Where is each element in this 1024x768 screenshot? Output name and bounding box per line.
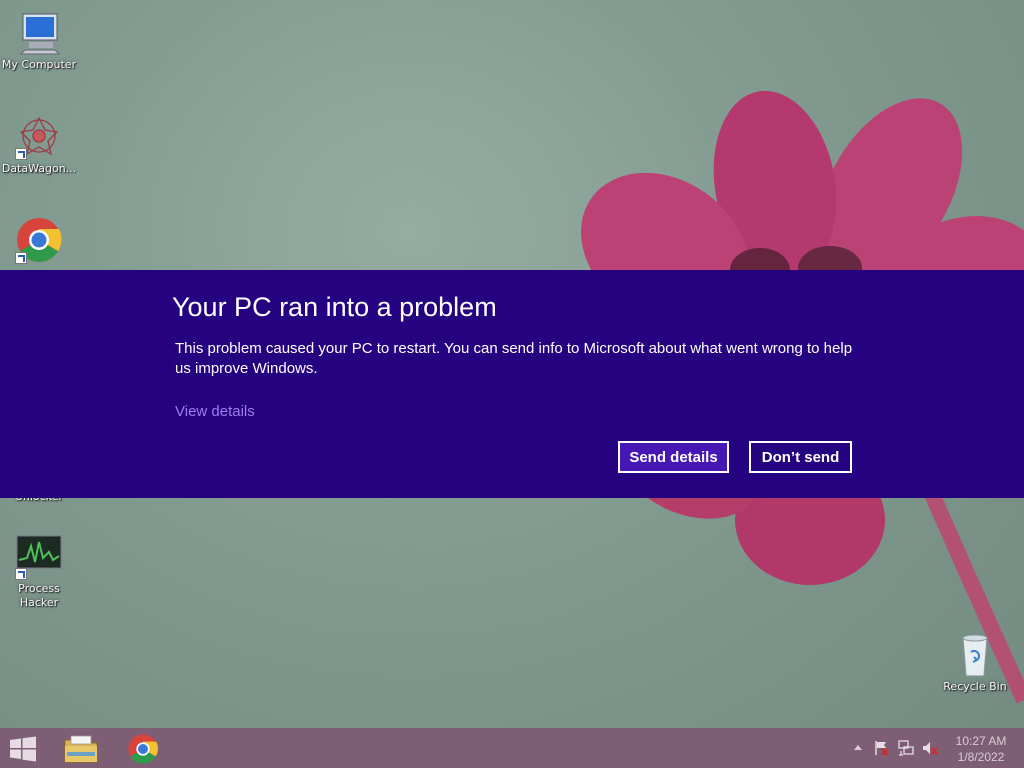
show-hidden-icons-icon[interactable] (850, 740, 866, 756)
desktop-icon-process-hacker[interactable]: Process Hacker (0, 532, 78, 610)
chrome-icon (128, 734, 158, 764)
chrome-icon (15, 216, 63, 264)
shortcut-arrow-icon (15, 568, 27, 580)
clock-date: 1/8/2022 (957, 750, 1005, 764)
shortcut-arrow-icon (15, 148, 27, 160)
start-button[interactable] (8, 736, 38, 762)
desktop-icon-label: Process Hacker (18, 582, 60, 609)
datawagon-icon (15, 112, 63, 160)
recycle-bin-icon (951, 630, 999, 678)
taskbar-chrome[interactable] (120, 732, 166, 766)
view-details-link[interactable]: View details (175, 403, 255, 420)
windows-logo-icon (10, 736, 36, 762)
shortcut-arrow-icon (15, 252, 27, 264)
desktop-icon-my-computer[interactable]: My Computer (0, 8, 78, 72)
send-details-button[interactable]: Send details (618, 441, 729, 473)
desktop-icon-label: Recycle Bin (943, 680, 1007, 693)
volume-muted-icon[interactable] (922, 740, 938, 756)
computer-icon (15, 8, 63, 56)
desktop-icon-recycle-bin[interactable]: Recycle Bin (936, 630, 1014, 694)
network-icon[interactable] (898, 740, 914, 756)
dialog-title: Your PC ran into a problem (172, 292, 497, 322)
clock-time: 10:27 AM (955, 734, 1007, 748)
dialog-message: This problem caused your PC to restart. … (175, 340, 853, 377)
taskbar-clock[interactable]: 10:27 AM 1/8/2022 (946, 733, 1016, 765)
desktop-icon-label: My Computer (1, 58, 77, 71)
taskbar: 10:27 AM 1/8/2022 (0, 728, 1024, 768)
desktop-icon-chrome[interactable] (0, 216, 78, 266)
file-explorer-icon (64, 735, 98, 763)
dont-send-button[interactable]: Don’t send (749, 441, 852, 473)
desktop-icon-label: DataWagon... (1, 162, 77, 175)
error-dialog-banner (0, 270, 1024, 498)
desktop-icon-datawagon[interactable]: DataWagon... (0, 112, 78, 176)
action-center-flag-icon[interactable] (874, 740, 890, 756)
process-hacker-icon (15, 532, 63, 580)
taskbar-file-explorer[interactable] (58, 732, 104, 766)
